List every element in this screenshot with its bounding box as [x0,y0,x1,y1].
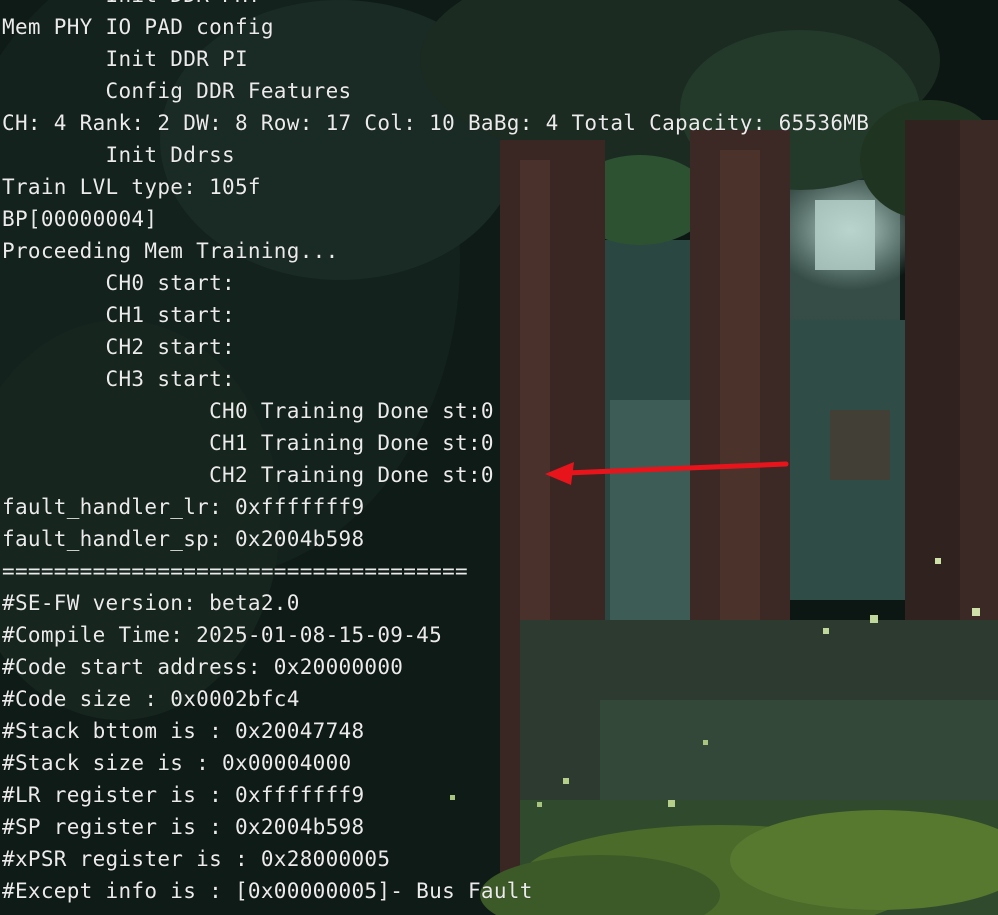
terminal-line: #Stack bttom is : 0x20047748 [2,719,365,743]
terminal-line: Mem PHY IO PAD config [2,15,274,39]
terminal-line: CH1 start: [2,303,235,327]
terminal-line: CH1 Training Done st:0 [2,431,494,455]
terminal-line: Init DDR PHY [2,0,261,11]
terminal-line: #Code start address: 0x20000000 [2,655,404,679]
terminal-line: Train LVL type: 105f [2,175,261,199]
terminal-line: fault_handler_lr: 0xfffffff9 [2,495,365,519]
terminal-line: #LR register is : 0xfffffff9 [2,783,365,807]
terminal-line-highlighted: CH2 Training Done st:0 [2,463,494,487]
terminal-line: Init DDR PI [2,47,248,71]
terminal-line: CH3 start: [2,367,235,391]
terminal-line: CH0 start: [2,271,235,295]
terminal-line: fault_handler_sp: 0x2004b598 [2,527,365,551]
terminal-line: #Code size : 0x0002bfc4 [2,687,300,711]
terminal-line: #xPSR register is : 0x28000005 [2,847,391,871]
terminal-line: #SP register is : 0x2004b598 [2,815,365,839]
terminal-line: CH2 start: [2,335,235,359]
terminal-separator-line: ==================================== [2,559,468,583]
terminal-line: #Except info is : [0x00000005]- Bus Faul… [2,879,533,903]
terminal-line: Init Ddrss [2,143,235,167]
terminal-line: #SE-FW version: beta2.0 [2,591,300,615]
terminal-line: CH0 Training Done st:0 [2,399,494,423]
terminal-line: BP[00000004] [2,207,158,231]
terminal-line: CH: 4 Rank: 2 DW: 8 Row: 17 Col: 10 BaBg… [2,111,870,135]
terminal-output: Init DDR PHY Mem PHY IO PAD config Init … [0,0,998,915]
terminal-line: #Stack size is : 0x00004000 [2,751,352,775]
terminal-line: Proceeding Mem Training... [2,239,339,263]
arrow-left-icon [545,461,789,485]
terminal-line: Config DDR Features [2,79,352,103]
terminal-line: #Compile Time: 2025-01-08-15-09-45 [2,623,443,647]
